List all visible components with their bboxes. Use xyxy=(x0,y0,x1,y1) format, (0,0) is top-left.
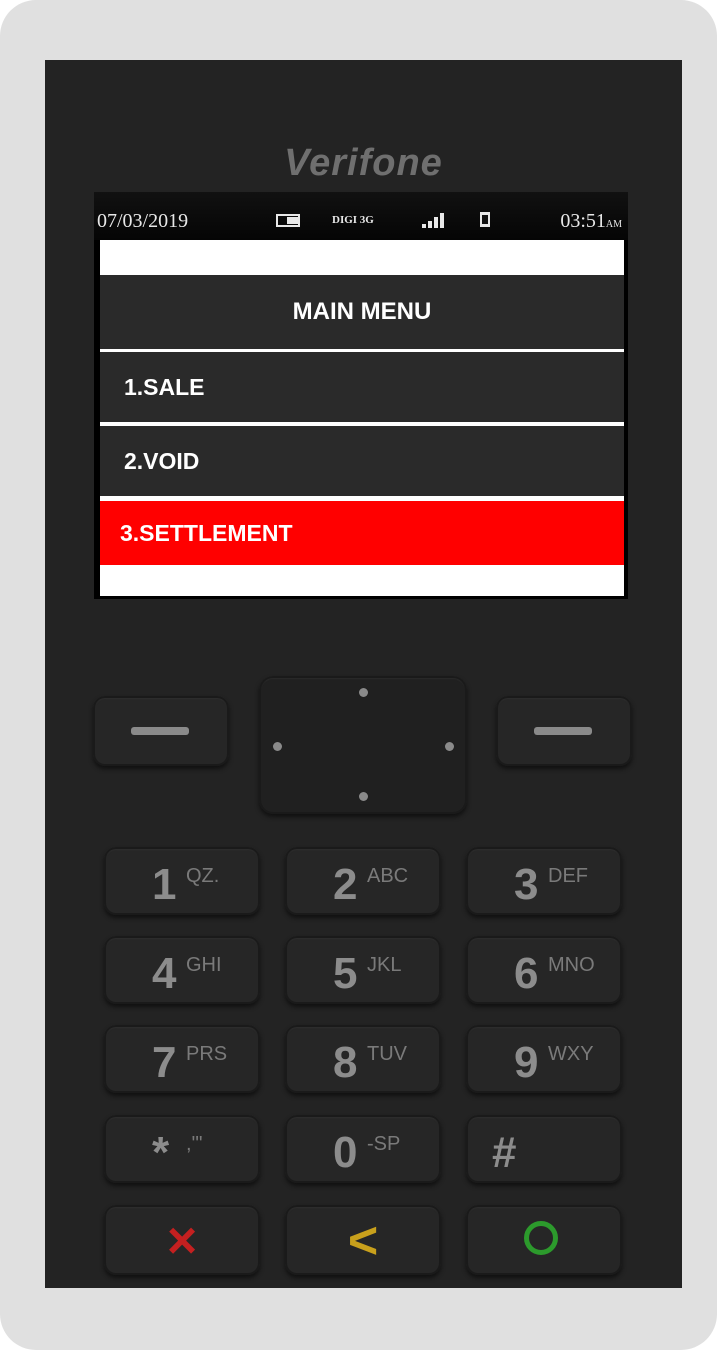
key-letters: ,'" xyxy=(186,1133,203,1155)
key-star[interactable]: * ,'" xyxy=(104,1115,260,1183)
key-3[interactable]: 3 DEF xyxy=(466,847,622,915)
key-5[interactable]: 5 JKL xyxy=(285,936,441,1004)
enter-button[interactable] xyxy=(466,1205,622,1275)
key-letters: ABC xyxy=(367,865,409,887)
key-letters: MNO xyxy=(548,954,595,976)
key-digit: 1 xyxy=(152,860,177,909)
status-bar: 07/03/2019 DIGI 3G 03:51AM xyxy=(94,192,628,240)
key-digit: * xyxy=(152,1128,170,1177)
status-time: 03:51AM xyxy=(560,210,622,233)
dash-icon xyxy=(131,727,189,735)
menu-title: MAIN MENU xyxy=(100,275,624,349)
sim-icon xyxy=(480,212,490,227)
key-letters: GHI xyxy=(186,954,222,976)
backspace-button[interactable]: < xyxy=(285,1205,441,1275)
key-letters: JKL xyxy=(367,954,402,976)
nav-right-dot xyxy=(445,742,454,751)
menu-item-settlement[interactable]: 3.SETTLEMENT xyxy=(100,501,624,565)
key-9[interactable]: 9 WXY xyxy=(466,1025,622,1093)
key-hash[interactable]: # xyxy=(466,1115,622,1183)
menu-item-sale[interactable]: 1.SALE xyxy=(100,352,624,422)
nav-up-dot xyxy=(359,688,368,697)
status-time-value: 03:51 xyxy=(560,210,606,232)
soft-key-left[interactable] xyxy=(93,696,229,766)
soft-key-right[interactable] xyxy=(496,696,632,766)
key-0[interactable]: 0 -SP xyxy=(285,1115,441,1183)
key-6[interactable]: 6 MNO xyxy=(466,936,622,1004)
key-letters: -SP xyxy=(367,1133,401,1155)
cancel-button[interactable]: × xyxy=(104,1205,260,1275)
menu-item-void[interactable]: 2.VOID xyxy=(100,426,624,496)
key-4[interactable]: 4 GHI xyxy=(104,936,260,1004)
nav-down-dot xyxy=(359,792,368,801)
battery-icon xyxy=(276,214,300,227)
key-digit: 3 xyxy=(514,860,539,909)
key-letters: QZ. xyxy=(186,865,220,887)
key-8[interactable]: 8 TUV xyxy=(285,1025,441,1093)
dash-icon xyxy=(534,727,592,735)
key-digit: 4 xyxy=(152,949,177,998)
key-digit: # xyxy=(492,1128,517,1177)
nav-left-dot xyxy=(273,742,282,751)
brand-logo: Verifone xyxy=(284,142,443,184)
key-7[interactable]: 7 PRS xyxy=(104,1025,260,1093)
key-1[interactable]: 1 QZ. xyxy=(104,847,260,915)
key-digit: 2 xyxy=(333,860,358,909)
network-label: DIGI 3G xyxy=(332,214,374,226)
back-arrow-icon: < xyxy=(347,1212,379,1270)
payment-terminal: Verifone 07/03/2019 DIGI 3G 03:51AM MAIN… xyxy=(45,60,682,1288)
key-letters: WXY xyxy=(548,1043,594,1065)
key-digit: 6 xyxy=(514,949,539,998)
circle-icon xyxy=(524,1221,558,1255)
menu-display: MAIN MENU 1.SALE 2.VOID 3.SETTLEMENT xyxy=(100,240,624,596)
key-letters: TUV xyxy=(367,1043,407,1065)
key-digit: 8 xyxy=(333,1038,358,1087)
key-digit: 5 xyxy=(333,949,358,998)
status-meridiem: AM xyxy=(605,219,622,230)
key-digit: 0 xyxy=(333,1128,358,1177)
terminal-screen: 07/03/2019 DIGI 3G 03:51AM MAIN MENU 1.S… xyxy=(94,192,628,599)
key-letters: PRS xyxy=(186,1043,228,1065)
cancel-x-icon: × xyxy=(166,1212,198,1270)
key-2[interactable]: 2 ABC xyxy=(285,847,441,915)
status-date: 07/03/2019 xyxy=(97,210,189,232)
key-digit: 7 xyxy=(152,1038,177,1087)
signal-icon xyxy=(422,212,448,228)
key-digit: 9 xyxy=(514,1038,539,1087)
navigation-pad[interactable] xyxy=(259,676,467,814)
key-letters: DEF xyxy=(548,865,588,887)
